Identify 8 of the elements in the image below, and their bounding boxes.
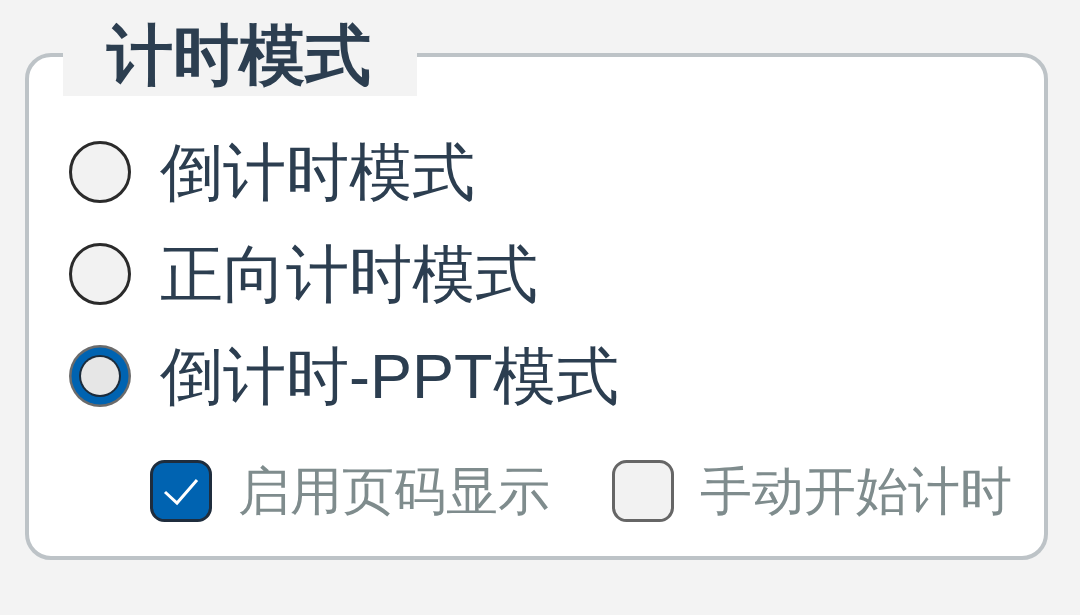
radio-label[interactable]: 倒计时模式 — [160, 137, 475, 207]
radio-button[interactable] — [69, 345, 131, 407]
checkbox[interactable] — [150, 460, 212, 522]
radio-label[interactable]: 倒计时-PPT模式 — [160, 341, 619, 411]
checkbox[interactable] — [612, 460, 674, 522]
radio-label[interactable]: 正向计时模式 — [160, 239, 538, 309]
radio-button[interactable] — [69, 141, 131, 203]
radio-button[interactable] — [69, 243, 131, 305]
